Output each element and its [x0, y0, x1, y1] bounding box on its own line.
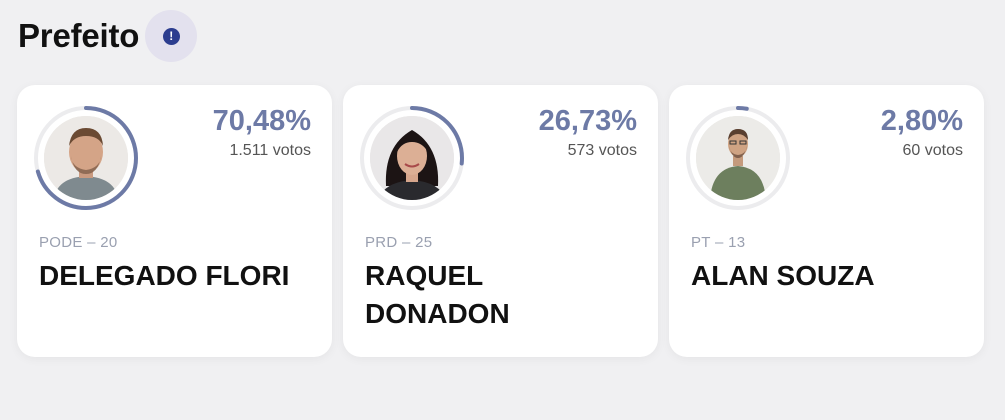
vote-percentage: 2,80% [880, 105, 963, 137]
vote-count: 1.511 votos [229, 142, 311, 159]
candidate-photo [44, 116, 128, 200]
candidate-card[interactable]: 2,80% 60 votos PT – 13 ALAN SOUZA [669, 85, 984, 357]
candidate-name: RAQUEL DONADON [365, 260, 510, 329]
candidate-name: ALAN SOUZA [691, 260, 875, 291]
party-number: PRD – 25 [365, 234, 433, 251]
party-number: PODE – 20 [39, 234, 118, 251]
vote-count: 573 votos [567, 142, 637, 159]
info-button[interactable]: ! [145, 10, 198, 62]
candidate-photo [696, 116, 780, 200]
vote-percentage: 26,73% [538, 105, 637, 137]
party-number: PT – 13 [691, 234, 746, 251]
candidate-card[interactable]: 70,48% 1.511 votos PODE – 20 DELEGADO FL… [17, 85, 332, 357]
vote-share-ring [359, 105, 465, 211]
candidate-name: DELEGADO FLORI [39, 260, 290, 291]
vote-percentage: 70,48% [212, 105, 311, 137]
section-title: Prefeito [18, 17, 140, 54]
candidate-card[interactable]: 26,73% 573 votos PRD – 25 RAQUEL DONADON [343, 85, 658, 357]
candidate-cards: 70,48% 1.511 votos PODE – 20 DELEGADO FL… [17, 85, 984, 357]
section-header: Prefeito ! [18, 8, 198, 64]
vote-share-ring [33, 105, 139, 211]
candidate-photo [370, 116, 454, 200]
vote-share-ring [685, 105, 791, 211]
election-results-page: Prefeito ! 70,48% 1.511 votos PODE – 20 … [0, 0, 1005, 420]
info-icon: ! [162, 27, 180, 45]
vote-count: 60 votos [902, 142, 963, 159]
